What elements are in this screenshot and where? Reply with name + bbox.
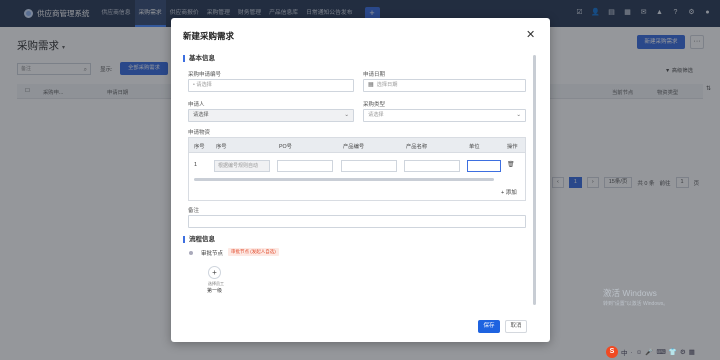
- ime-logo-icon[interactable]: S: [606, 346, 618, 358]
- applicant-label: 申请人: [188, 102, 205, 108]
- windows-watermark: 激活 Windows 转到"设置"以激活 Windows。: [603, 288, 668, 310]
- new-request-dialog: 新建采购需求 ✕ 基本信息 采购申请编号 • 请选择 申请日期 ▦ 选择日期 申请…: [171, 18, 550, 342]
- section-basic-info: 基本信息: [183, 55, 215, 62]
- remark-label: 备注: [188, 208, 200, 214]
- goods-serial-field[interactable]: 根据编号规则自动: [214, 160, 270, 172]
- goods-table-header: 序号 序号 PO号 产品编号 产品名称 单位 操作: [189, 138, 525, 153]
- goods-col: 序号: [216, 144, 227, 150]
- req-no-field[interactable]: • 请选择: [188, 79, 354, 92]
- ime-settings-icon[interactable]: ⚙: [680, 348, 686, 356]
- skin-icon[interactable]: 👕: [669, 348, 677, 356]
- goods-row-index: 1: [194, 162, 198, 168]
- type-label: 采购类型: [363, 102, 386, 108]
- goods-table: 序号 序号 PO号 产品编号 产品名称 单位 操作 1 根据编号规则自动 🗑 +…: [188, 137, 526, 201]
- emoji-icon[interactable]: ☺: [636, 349, 643, 356]
- chevron-down-icon: ⌄: [344, 112, 349, 118]
- goods-po-field[interactable]: [277, 160, 333, 172]
- date-picker[interactable]: ▦ 选择日期: [363, 79, 526, 92]
- dialog-scrollbar[interactable]: [533, 55, 536, 305]
- approval-tag: 审批节点 (发起人自选): [228, 248, 279, 256]
- goods-col: 产品名称: [406, 144, 428, 150]
- section-flow-info: 流程信息: [183, 236, 215, 243]
- date-label: 申请日期: [363, 72, 386, 78]
- mic-icon[interactable]: 🎤: [645, 348, 653, 356]
- dialog-title: 新建采购需求: [183, 31, 235, 41]
- ime-toolbox-icon[interactable]: ▦: [689, 348, 695, 356]
- approval-node-label: 审批节点: [201, 251, 224, 257]
- goods-col: 操作: [507, 144, 518, 150]
- chevron-down-icon: ⌄: [516, 112, 521, 118]
- ime-lang-icon[interactable]: 中: [621, 347, 628, 357]
- calendar-icon: ▦: [368, 82, 374, 88]
- goods-col: 序号: [194, 144, 205, 150]
- applicant-select[interactable]: 请选择 ⌄: [188, 109, 354, 122]
- ime-punct-icon[interactable]: ·: [631, 349, 633, 356]
- goods-product-code-field[interactable]: [341, 160, 397, 172]
- req-no-label: 采购申请编号: [188, 72, 222, 78]
- goods-col: PO号: [279, 144, 292, 150]
- goods-product-name-field[interactable]: [404, 160, 460, 172]
- add-row-button[interactable]: + 添加: [501, 188, 517, 196]
- delete-icon[interactable]: 🗑: [507, 161, 515, 168]
- watermark-line: 转到"设置"以激活 Windows。: [603, 301, 669, 307]
- type-select[interactable]: 请选择 ⌄: [363, 109, 526, 122]
- keyboard-icon[interactable]: ⌨: [656, 348, 665, 356]
- save-button[interactable]: 保存: [478, 320, 500, 333]
- close-icon[interactable]: ✕: [526, 28, 535, 41]
- goods-col: 单位: [469, 144, 480, 150]
- cancel-button[interactable]: 取消: [505, 320, 527, 333]
- table-scrollbar[interactable]: [194, 178, 494, 181]
- first-level-label: 第一级: [207, 288, 223, 294]
- watermark-line: 激活 Windows: [603, 288, 657, 298]
- goods-col: 产品编号: [343, 144, 365, 150]
- goods-unit-field[interactable]: [467, 160, 501, 172]
- system-tray: S 中 · ☺ 🎤 ⌨ 👕 ⚙ ▦: [606, 346, 695, 358]
- goods-label: 申请物资: [188, 130, 211, 136]
- flow-node-dot: [189, 251, 193, 255]
- add-approver-button[interactable]: +: [208, 266, 221, 279]
- remark-field[interactable]: [188, 215, 526, 228]
